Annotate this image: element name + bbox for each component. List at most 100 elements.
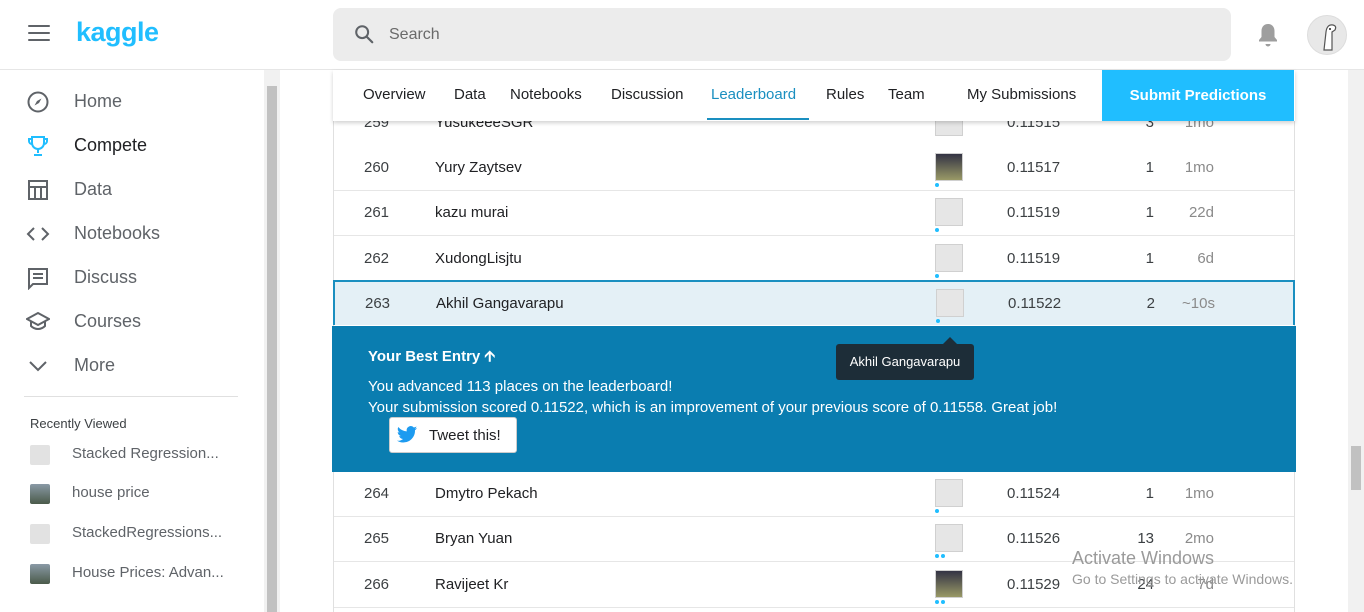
tab-leaderboard[interactable]: Leaderboard (711, 86, 796, 103)
best-entry-banner: Your Best Entry 🡩 You advanced 113 place… (332, 326, 1296, 472)
recent-item[interactable]: House Prices: Advan... (30, 562, 250, 586)
member-dots (935, 509, 941, 513)
team-name: Akhil Gangavarapu (436, 295, 564, 312)
sidebar-item-label: More (74, 354, 116, 375)
twitter-icon (396, 426, 418, 443)
entries: 1 (1145, 485, 1154, 502)
team-name: XudongLisjtu (435, 250, 522, 267)
best-entry-title-text: Your Best Entry (368, 348, 481, 365)
team-name: Bryan Yuan (435, 530, 513, 547)
sidebar-divider (24, 396, 238, 397)
sidebar-item-label: Notebooks (74, 222, 161, 243)
submit-predictions-button[interactable]: Submit Predictions (1102, 70, 1294, 121)
sidebar-item-courses[interactable]: Courses (0, 301, 250, 341)
table-row[interactable]: 260 Yury Zaytsev 0.11517 1 1mo (334, 146, 1294, 191)
tab-data[interactable]: Data (454, 86, 486, 103)
kaggle-logo[interactable]: kaggle (76, 17, 159, 48)
page: kaggle Home Compete Data Notebooks (0, 0, 1364, 612)
team-avatar[interactable] (935, 198, 963, 226)
main-scrollbar[interactable] (1348, 70, 1364, 612)
rank: 264 (364, 485, 390, 502)
tab-notebooks[interactable]: Notebooks (510, 86, 582, 103)
last-submission: 22d (1188, 204, 1214, 221)
team-name: Ravijeet Kr (435, 576, 509, 593)
trophy-icon (28, 136, 48, 156)
team-avatar[interactable] (935, 479, 963, 507)
sidebar-item-compete[interactable]: Compete (0, 125, 250, 165)
competition-tabs: Overview Data Notebooks Discussion Leade… (333, 70, 1295, 121)
recent-item[interactable]: StackedRegressions... (30, 522, 250, 546)
team-avatar[interactable] (935, 524, 963, 552)
score: 0.11526 (1007, 530, 1061, 547)
sidebar-item-discuss[interactable]: Discuss (0, 257, 250, 297)
scrollbar-thumb[interactable] (1351, 446, 1361, 490)
search-input[interactable] (389, 22, 1189, 48)
notebook-thumbnail (30, 445, 50, 465)
rank: 265 (364, 530, 390, 547)
member-dots (935, 600, 947, 604)
avatar-tooltip: Akhil Gangavarapu (836, 337, 974, 380)
bell-icon[interactable] (1256, 22, 1280, 48)
last-submission: 6d (1197, 250, 1214, 267)
entries: 13 (1137, 530, 1154, 547)
tweet-button[interactable]: Tweet this! (389, 417, 517, 453)
member-dots (935, 554, 947, 558)
sidebar-item-home[interactable]: Home (0, 81, 250, 121)
tab-team[interactable]: Team (888, 86, 925, 103)
score: 0.11529 (1007, 576, 1061, 593)
recent-item-label: House Prices: Advan... (72, 564, 224, 581)
member-dots (935, 183, 941, 187)
arrow-up-icon: 🡩 (484, 348, 496, 365)
tab-overview[interactable]: Overview (363, 86, 426, 103)
search-bar[interactable] (333, 8, 1231, 61)
table-row[interactable]: 262 XudongLisjtu 0.11519 1 6d (334, 237, 1294, 282)
table-icon (28, 180, 48, 200)
tab-rules[interactable]: Rules (826, 86, 864, 103)
team-avatar[interactable] (935, 153, 963, 181)
table-row-current-user[interactable]: 263 Akhil Gangavarapu 0.11522 2 ~10s (333, 280, 1295, 325)
entries: 1 (1145, 159, 1154, 176)
school-icon (26, 311, 50, 331)
table-row[interactable]: 264 Dmytro Pekach 0.11524 1 1mo (334, 472, 1294, 517)
table-row[interactable]: 261 kazu murai 0.11519 1 22d (334, 191, 1294, 236)
recent-item[interactable]: house price (30, 482, 250, 506)
score: 0.11519 (1007, 250, 1061, 267)
last-submission: 2mo (1184, 530, 1214, 547)
team-avatar[interactable] (936, 289, 964, 317)
menu-icon[interactable] (28, 25, 50, 43)
recent-item-label: Stacked Regression... (72, 445, 219, 462)
watermark-title: Activate Windows (1072, 548, 1215, 568)
member-dots (935, 228, 941, 232)
top-bar: kaggle (0, 0, 1364, 70)
scrollbar-thumb[interactable] (267, 86, 277, 612)
recent-item[interactable]: Stacked Regression... (30, 443, 250, 467)
sidebar-item-label: Discuss (74, 266, 138, 287)
main-content: 259 YusukeeeSGR 0.11515 3 1mo 260 Yury Z… (280, 70, 1348, 612)
rank: 263 (365, 295, 391, 312)
user-avatar[interactable] (1307, 15, 1347, 55)
last-submission: 1mo (1184, 485, 1214, 502)
chevron-down-icon (29, 361, 47, 372)
sidebar-scrollbar[interactable] (264, 70, 280, 612)
score-message: Your submission scored 0.11522, which is… (368, 399, 1058, 416)
sidebar: Home Compete Data Notebooks Discuss Cour… (0, 70, 262, 612)
search-icon (355, 25, 374, 44)
rank: 262 (364, 250, 390, 267)
sidebar-item-data[interactable]: Data (0, 169, 250, 209)
team-avatar[interactable] (935, 244, 963, 272)
rank: 260 (364, 159, 390, 176)
sidebar-item-notebooks[interactable]: Notebooks (0, 213, 250, 253)
notebook-thumbnail (30, 524, 50, 544)
windows-activation-watermark: Activate Windows Go to Settings to activ… (1072, 548, 1293, 587)
tab-discussion[interactable]: Discussion (611, 86, 684, 103)
team-avatar[interactable] (935, 570, 963, 598)
tab-my-submissions[interactable]: My Submissions (967, 86, 1076, 103)
score: 0.11524 (1007, 485, 1061, 502)
rank: 261 (364, 204, 390, 221)
sidebar-item-label: Home (74, 90, 123, 111)
recently-viewed-title: Recently Viewed (30, 416, 127, 431)
sidebar-item-label: Compete (74, 134, 148, 155)
sidebar-item-more[interactable]: More (0, 345, 250, 385)
member-dots (936, 319, 942, 323)
score: 0.11517 (1007, 159, 1061, 176)
